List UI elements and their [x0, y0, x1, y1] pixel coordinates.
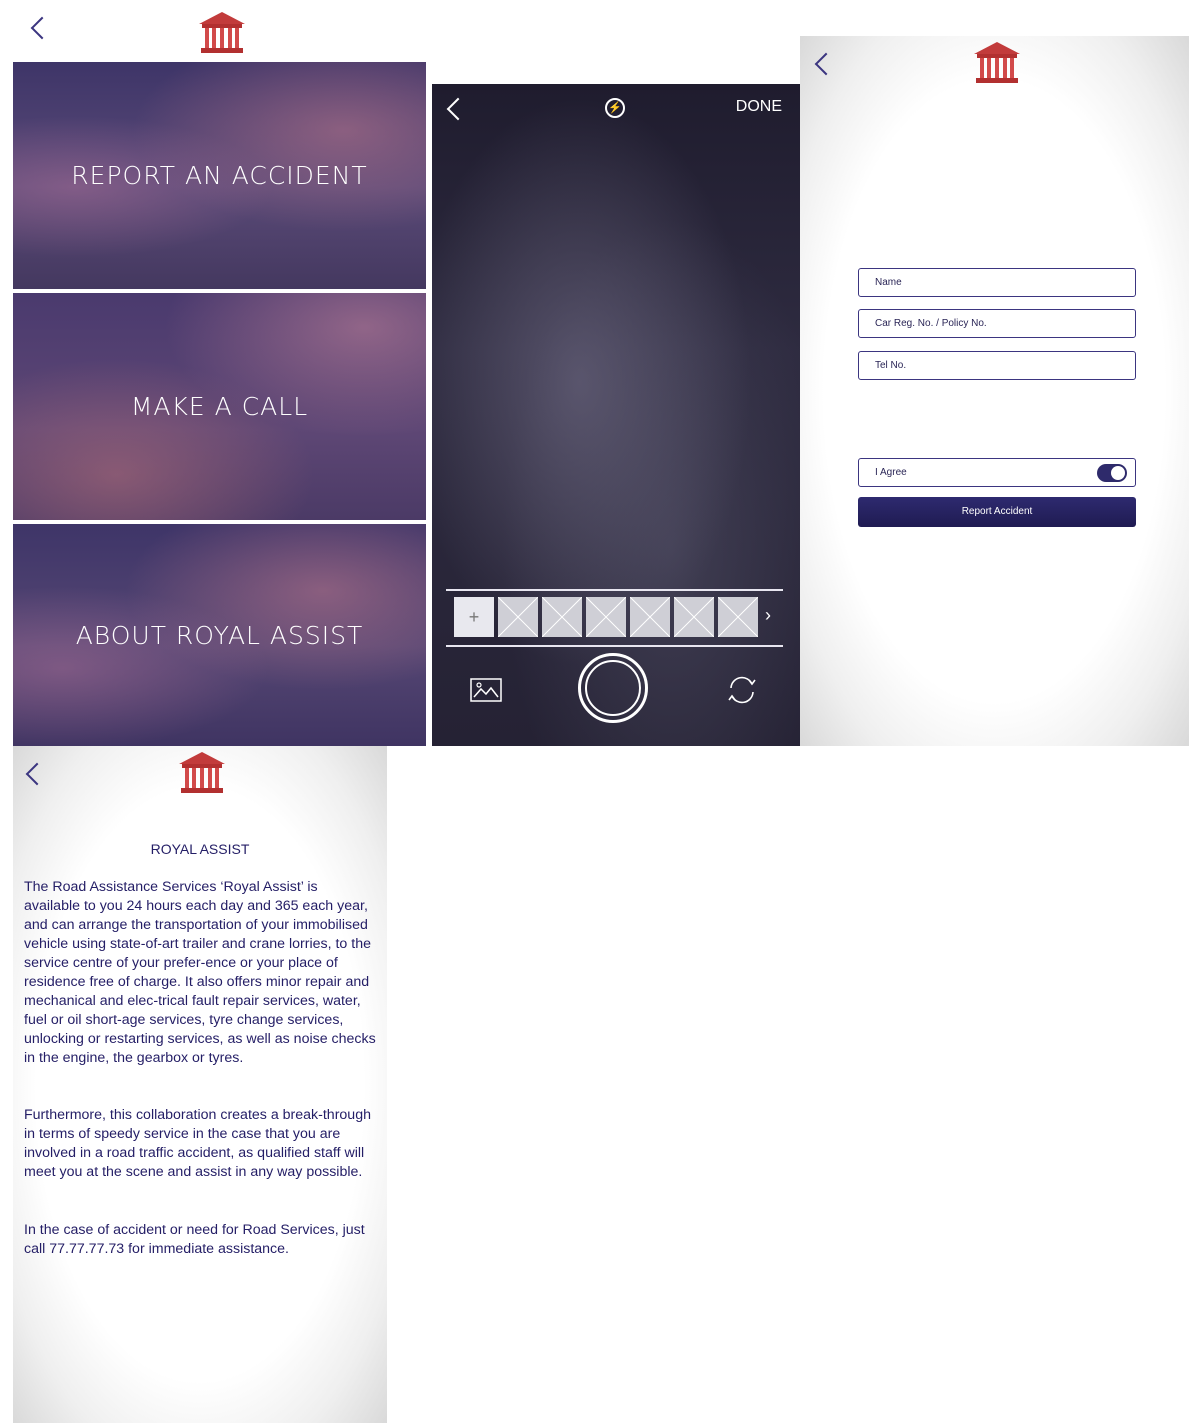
switch-camera-icon[interactable]	[726, 675, 758, 705]
report-accident-button[interactable]: Report Accident	[858, 497, 1136, 527]
flash-icon[interactable]: ⚡	[605, 98, 625, 118]
about-title: ROYAL ASSIST	[150, 841, 250, 857]
menu-item-report-accident[interactable]: REPORT AN ACCIDENT	[13, 62, 426, 289]
photo-placeholder[interactable]	[630, 597, 670, 637]
name-field[interactable]: Name	[858, 268, 1136, 297]
photo-placeholder[interactable]	[718, 597, 758, 637]
more-photos-arrow-icon[interactable]: ›	[765, 605, 771, 626]
car-reg-field[interactable]: Car Reg. No. / Policy No.	[858, 309, 1136, 338]
camera-screen: ⚡ DONE + ›	[432, 84, 800, 746]
divider	[446, 589, 783, 591]
menu-item-about[interactable]: ABOUT ROYAL ASSIST	[13, 524, 426, 746]
photo-placeholder[interactable]	[498, 597, 538, 637]
divider	[446, 645, 783, 647]
back-icon[interactable]	[30, 16, 54, 40]
photo-thumbnails: +	[454, 597, 758, 637]
gallery-icon[interactable]	[470, 678, 502, 702]
add-photo-button[interactable]: +	[454, 597, 494, 637]
about-paragraph: Furthermore, this collaboration creates …	[24, 1107, 371, 1180]
menu-item-label: MAKE A CALL	[130, 392, 309, 421]
about-paragraph: In the case of accident or need for Road…	[24, 1222, 365, 1257]
menu-item-make-call[interactable]: MAKE A CALL	[13, 293, 426, 520]
back-icon[interactable]	[446, 97, 470, 121]
building-logo-icon	[199, 12, 245, 53]
agree-label: I Agree	[875, 467, 907, 478]
menu-item-label: ABOUT ROYAL ASSIST	[75, 620, 364, 650]
report-form-screen	[800, 36, 1189, 746]
agree-row: I Agree	[858, 458, 1136, 487]
building-logo-icon	[974, 42, 1020, 83]
about-paragraph: The Road Assistance Services ‘Royal Assi…	[24, 879, 376, 1066]
photo-placeholder[interactable]	[542, 597, 582, 637]
tel-field[interactable]: Tel No.	[858, 351, 1136, 380]
photo-placeholder[interactable]	[586, 597, 626, 637]
agree-toggle[interactable]	[1097, 464, 1127, 482]
done-button[interactable]: DONE	[736, 98, 782, 116]
menu-item-label: REPORT AN ACCIDENT	[71, 161, 368, 190]
building-logo-icon	[179, 752, 225, 793]
photo-placeholder[interactable]	[674, 597, 714, 637]
shutter-button[interactable]	[578, 653, 648, 723]
